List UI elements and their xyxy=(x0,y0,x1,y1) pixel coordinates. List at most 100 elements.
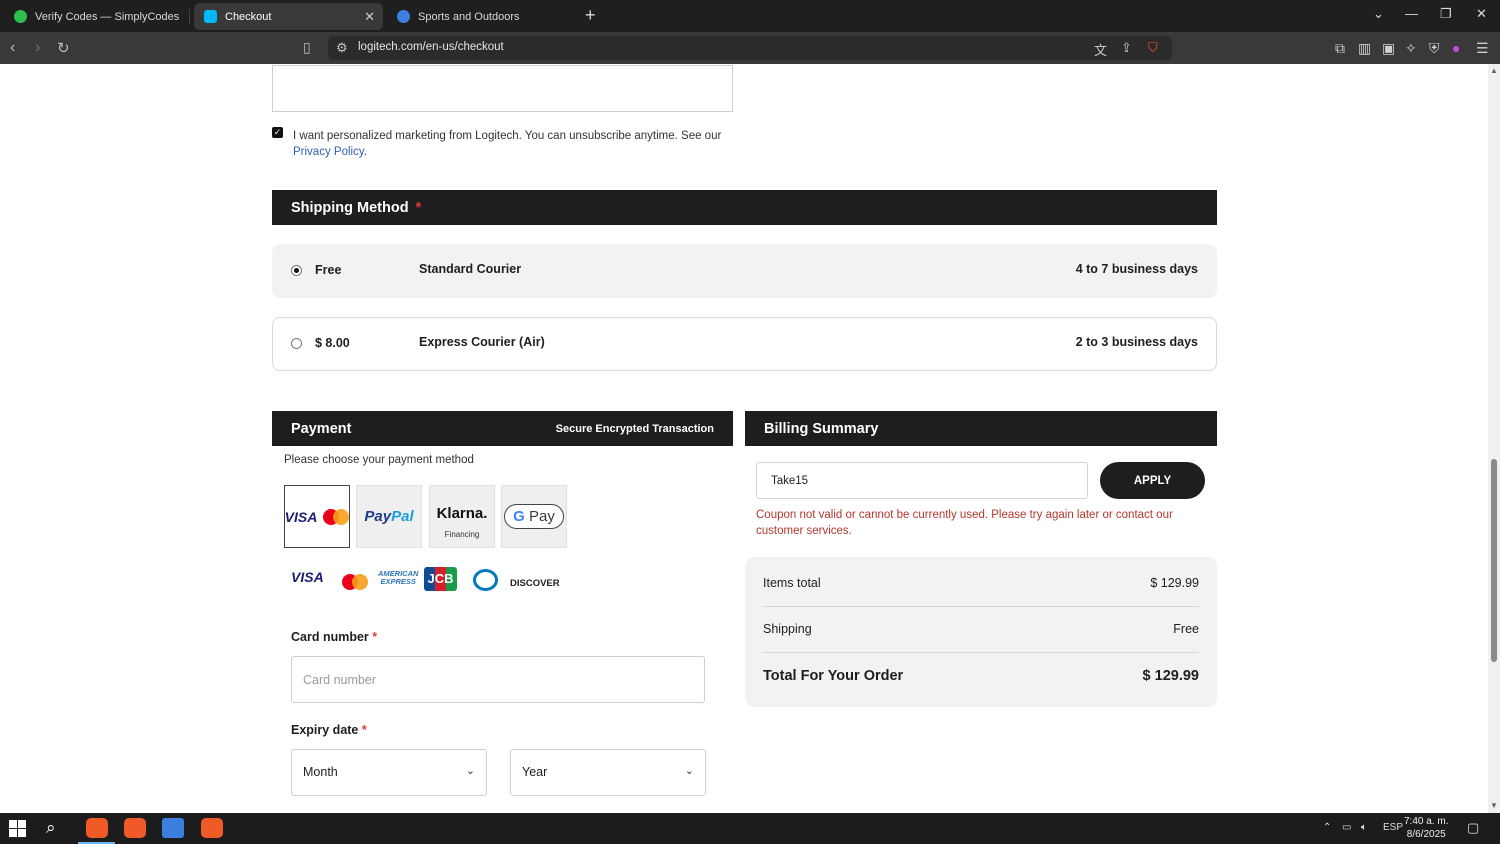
marketing-label: I want personalized marketing from Logit… xyxy=(293,130,722,142)
tray-chevron-up-icon[interactable]: ⌃ xyxy=(1323,822,1331,833)
expiry-month-select[interactable]: Month ⌄ xyxy=(291,749,487,796)
standard-name: Standard Courier xyxy=(419,262,522,276)
shipping-method-header: Shipping Method * xyxy=(272,190,1217,225)
back-icon[interactable]: ‹ xyxy=(10,39,15,57)
apply-coupon-button[interactable]: APPLY xyxy=(1100,462,1205,499)
marketing-consent-text: I want personalized marketing from Logit… xyxy=(293,128,733,160)
vpn-icon[interactable]: ⛨ xyxy=(1429,40,1440,57)
klarna-logo: Klarna. xyxy=(436,504,488,522)
site-settings-icon[interactable]: ⚙ xyxy=(336,40,348,56)
network-icon[interactable]: ▭ xyxy=(1342,822,1351,833)
tab-title: Checkout xyxy=(225,10,272,23)
url-text: logitech.com/en-us/checkout xyxy=(358,41,504,53)
standard-radio[interactable] xyxy=(291,265,302,276)
windows-taskbar: ⌕ ⌃ ▭ 🔈︎ ESP 7:40 a. m. 8/6/2025 ▢ xyxy=(0,813,1500,844)
year-value: Year xyxy=(522,765,548,779)
summary-divider xyxy=(763,652,1199,653)
items-total-row: Items total $ 129.99 xyxy=(763,576,1199,590)
minimize-icon[interactable]: — xyxy=(1405,6,1418,21)
payment-title: Payment xyxy=(291,420,352,437)
clock-time: 7:40 a. m. xyxy=(1404,816,1449,827)
card-number-input[interactable]: Card number xyxy=(291,656,705,703)
tab-verify-codes[interactable]: Verify Codes — SimplyCodes xyxy=(4,3,190,30)
restore-icon[interactable]: ❐ xyxy=(1440,6,1452,22)
paypal-pal: Pal xyxy=(391,508,414,525)
express-days: 2 to 3 business days xyxy=(1075,335,1198,349)
forward-icon[interactable]: › xyxy=(35,39,40,57)
shipping-option-standard[interactable]: Free Standard Courier 4 to 7 business da… xyxy=(272,244,1217,298)
scroll-up-icon[interactable]: ▲ xyxy=(1490,66,1498,75)
coupon-code-input[interactable]: Take15 xyxy=(756,462,1088,499)
google-pay-logo: G Pay xyxy=(504,504,564,529)
brave-shields-icon[interactable]: ⛉ xyxy=(1148,40,1158,56)
scroll-down-icon[interactable]: ▼ xyxy=(1490,801,1498,810)
address-bar[interactable]: ⚙ logitech.com/en-us/checkout 文 ⇪ ⛉ xyxy=(328,36,1172,60)
required-star: * xyxy=(361,723,367,737)
google-g: G xyxy=(513,508,525,525)
visa-card-logo: VISA xyxy=(291,569,324,585)
leo-ai-icon[interactable]: ✧ xyxy=(1405,40,1417,57)
address-line-textarea[interactable] xyxy=(272,65,733,112)
translate-icon[interactable]: 文 xyxy=(1094,40,1107,59)
reload-icon[interactable]: ↻ xyxy=(57,39,70,57)
mastercard-card-icon xyxy=(342,574,372,592)
wallet-icon[interactable]: ▣ xyxy=(1382,40,1395,57)
paypal-logo: PayPal xyxy=(364,508,413,525)
rewards-icon[interactable]: ● xyxy=(1452,40,1460,56)
system-clock[interactable]: 7:40 a. m. 8/6/2025 xyxy=(1404,815,1448,841)
marketing-checkbox[interactable]: ✓ xyxy=(272,127,283,138)
billing-summary-title: Billing Summary xyxy=(764,420,879,437)
brave-browser-icon[interactable] xyxy=(124,818,146,838)
brave-browser-icon[interactable] xyxy=(86,818,108,838)
card-number-label-text: Card number xyxy=(291,630,369,644)
shipping-row: Shipping Free xyxy=(763,622,1199,636)
payment-method-klarna[interactable]: Klarna. Financing xyxy=(429,485,495,548)
tab-list-chevron-icon[interactable]: ⌄ xyxy=(1373,6,1384,22)
search-icon[interactable]: ⌕ xyxy=(46,818,68,838)
shipping-value: Free xyxy=(1173,622,1199,636)
page-scrollbar[interactable]: ▲ ▼ xyxy=(1488,64,1500,813)
payment-choose-text: Please choose your payment method xyxy=(284,454,474,466)
close-icon[interactable]: ✕ xyxy=(364,9,375,25)
amex-card-logo: AMERICAN EXPRESS xyxy=(378,570,418,586)
tab-checkout[interactable]: Checkout ✕ xyxy=(194,3,383,30)
chevron-down-icon: ⌄ xyxy=(684,765,694,777)
shipping-option-express[interactable]: $ 8.00 Express Courier (Air) 2 to 3 busi… xyxy=(272,317,1217,371)
shipping-label: Shipping xyxy=(763,622,812,636)
window-close-icon[interactable]: ✕ xyxy=(1476,6,1487,22)
globe-icon xyxy=(397,10,410,23)
discover-card-logo: DISCOVER xyxy=(510,578,560,589)
expiry-year-select[interactable]: Year ⌄ xyxy=(510,749,706,796)
menu-icon[interactable]: ☰ xyxy=(1476,40,1489,57)
tab-title: Sports and Outdoors xyxy=(418,10,520,23)
tab-sports-outdoors[interactable]: Sports and Outdoors xyxy=(387,3,577,30)
brave-browser-icon[interactable] xyxy=(201,818,223,838)
express-price: $ 8.00 xyxy=(315,336,350,350)
extensions-icon[interactable]: ⧉ xyxy=(1335,40,1345,57)
windows-start-icon[interactable] xyxy=(9,820,26,837)
order-total-value: $ 129.99 xyxy=(1142,668,1199,684)
payment-method-gpay[interactable]: G Pay xyxy=(501,485,567,548)
payment-method-paypal[interactable]: PayPal xyxy=(356,485,422,548)
new-tab-icon[interactable]: + xyxy=(585,5,596,26)
summary-divider xyxy=(763,606,1199,607)
language-indicator[interactable]: ESP xyxy=(1383,822,1403,833)
volume-icon[interactable]: 🔈︎ xyxy=(1361,822,1367,833)
payment-method-card[interactable]: VISA xyxy=(284,485,350,548)
notifications-icon[interactable]: ▢ xyxy=(1467,820,1479,836)
express-radio[interactable] xyxy=(291,338,302,349)
sidebar-icon[interactable]: ▥ xyxy=(1358,40,1371,57)
paypal-pay: Pay xyxy=(364,508,392,525)
shipping-method-title: Shipping Method xyxy=(291,199,409,216)
privacy-policy-link[interactable]: Privacy Policy xyxy=(293,146,364,158)
gpay-pay: Pay xyxy=(528,508,555,525)
card-number-placeholder: Card number xyxy=(303,673,376,687)
share-icon[interactable]: ⇪ xyxy=(1121,40,1132,56)
jcb-card-logo: JCB xyxy=(424,567,457,591)
file-explorer-icon[interactable] xyxy=(162,818,184,838)
browser-tab-bar: Verify Codes — SimplyCodes Checkout ✕ Sp… xyxy=(0,0,1500,32)
bookmark-icon[interactable]: ▯ xyxy=(303,39,311,56)
order-total-row: Total For Your Order $ 129.99 xyxy=(763,668,1199,684)
items-total-value: $ 129.99 xyxy=(1150,576,1199,590)
scrollbar-thumb[interactable] xyxy=(1491,459,1497,662)
